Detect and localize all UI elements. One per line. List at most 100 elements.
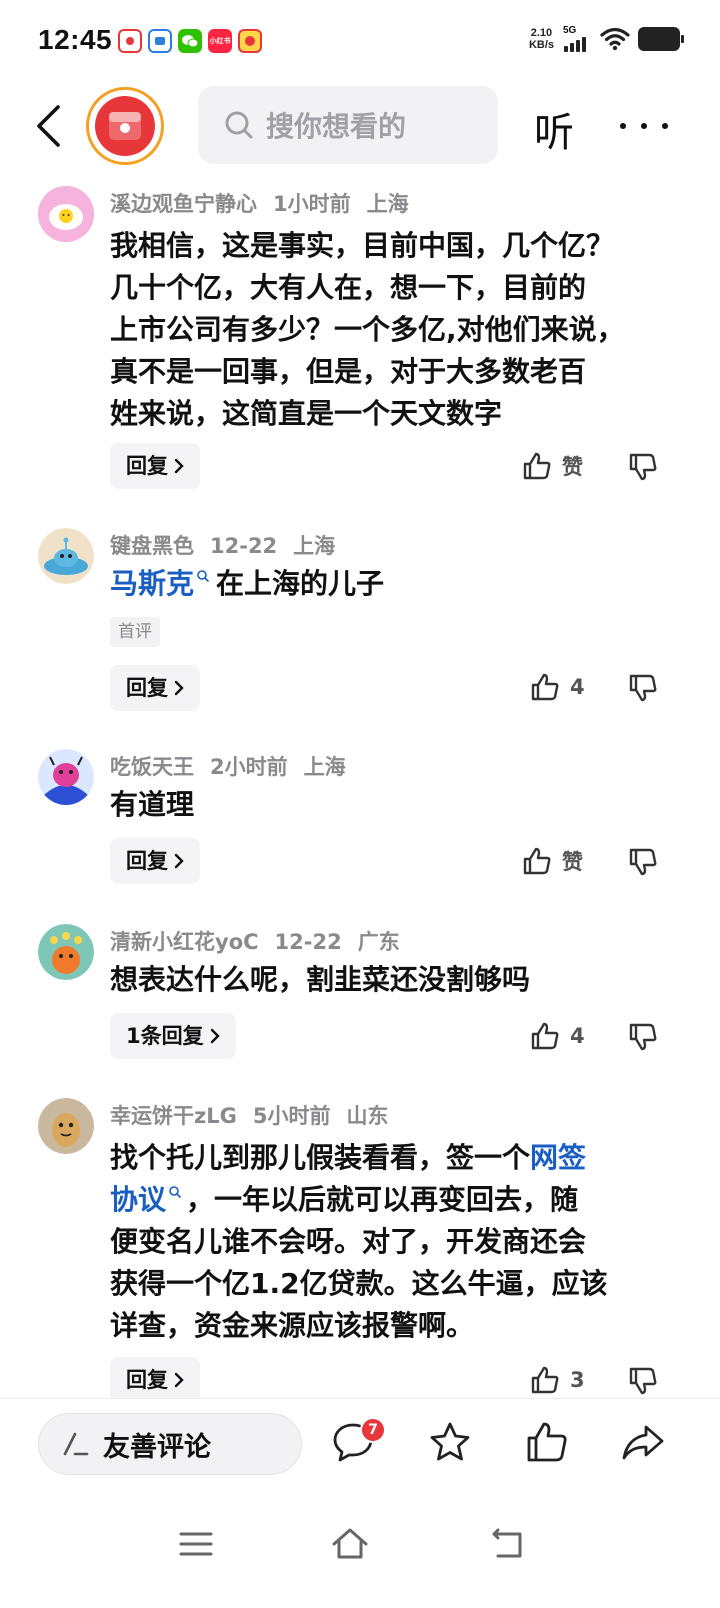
avatar[interactable] <box>38 186 94 242</box>
chevron-right-icon <box>174 1372 184 1388</box>
comment-line: 我相信，这是事实，目前中国，几个亿？ <box>110 229 615 262</box>
network-type: 5G <box>563 25 577 36</box>
comment-time: 12-22 <box>210 534 278 558</box>
avatar[interactable] <box>38 924 94 980</box>
back-icon <box>37 105 60 147</box>
reply-label: 回复 <box>126 454 168 478</box>
avatar[interactable] <box>38 749 94 805</box>
like-button[interactable]: 4 <box>530 672 585 702</box>
like-count: 4 <box>570 1024 585 1048</box>
like-button[interactable]: 赞 <box>522 451 583 481</box>
comment-line: 找个托儿到那儿假装看看，签一个网签 <box>110 1137 670 1179</box>
status-bar: 12:45 小红书 2.10 KB/s 5G <box>0 0 720 84</box>
search-small-icon <box>169 1186 182 1199</box>
comment-meta: 键盘黑色 12-22 上海 <box>110 530 351 560</box>
listen-button[interactable]: 听 <box>534 100 574 158</box>
status-app-icons: 小红书 <box>118 29 262 53</box>
wechat-icon <box>178 29 202 53</box>
battery-icon <box>638 27 684 51</box>
comment-line: 姓来说，这简直是一个天文数字 <box>110 397 503 430</box>
topic-link[interactable]: 协议 <box>110 1183 166 1216</box>
like-button[interactable]: 3 <box>530 1365 585 1395</box>
comment-meta: 幸运饼干zLG 5小时前 山东 <box>110 1100 404 1130</box>
reply-label: 回复 <box>126 676 168 700</box>
comment-line-text: 找个托儿到那儿假装看看，签一个 <box>110 1141 531 1174</box>
share-icon[interactable] <box>620 1419 666 1465</box>
reply-button[interactable]: 回复 <box>110 665 200 711</box>
net-speed-value: 2.10 <box>530 27 553 39</box>
comment-username[interactable]: 幸运饼干zLG <box>110 1104 237 1128</box>
app-icon-2 <box>148 29 172 53</box>
back-nav-icon[interactable] <box>488 1524 528 1564</box>
comment-line: 便变名儿谁不会呀。对了，开发商还会 <box>110 1225 587 1258</box>
status-time: 12:45 <box>38 24 113 55</box>
star-icon[interactable] <box>427 1419 473 1465</box>
reply-button[interactable]: 回复 <box>110 443 200 489</box>
comment-username[interactable]: 清新小红花yoC <box>110 930 259 954</box>
dislike-icon[interactable] <box>628 1366 658 1396</box>
dislike-icon[interactable] <box>628 1022 658 1052</box>
comment-line-text: ，一年以后就可以再变回去，随 <box>186 1183 579 1216</box>
comment-meta: 溪边观鱼宁静心 1小时前 上海 <box>110 188 425 218</box>
comment-input[interactable]: 友善评论 <box>38 1413 302 1475</box>
dislike-icon[interactable] <box>628 847 658 877</box>
comment-count-badge: 7 <box>360 1417 386 1443</box>
comment-location: 山东 <box>346 1104 389 1128</box>
comment-line: 上市公司有多少？一个多亿,对他们来说， <box>110 313 625 346</box>
comment-line: 详查，资金来源应该报警啊。 <box>110 1309 475 1342</box>
reply-button[interactable]: 1条回复 <box>110 1013 236 1059</box>
net-speed-unit: KB/s <box>528 39 554 51</box>
like-icon <box>523 847 551 875</box>
first-comment-badge: 首评 <box>110 617 160 647</box>
comment-text: 找个托儿到那儿假装看看，签一个网签 协议 ，一年以后就可以再变回去，随 便变名儿谁… <box>110 1137 670 1347</box>
comment-line: 获得一个亿1.2亿贷款。这么牛逼，应该 <box>110 1267 608 1300</box>
comment-username[interactable]: 溪边观鱼宁静心 <box>110 192 257 216</box>
chevron-right-icon <box>174 853 184 869</box>
comment-input-placeholder: 友善评论 <box>103 1431 211 1463</box>
comment-time: 2小时前 <box>210 755 288 779</box>
avatar[interactable] <box>38 528 94 584</box>
like-icon <box>531 1366 559 1394</box>
dislike-icon[interactable] <box>628 673 658 703</box>
app-icon-1 <box>118 29 142 53</box>
search-small-icon <box>197 570 210 583</box>
comment-username[interactable]: 键盘黑色 <box>110 534 194 558</box>
signal-icon: 5G <box>562 25 592 52</box>
reply-label: 回复 <box>126 849 168 873</box>
like-count: 赞 <box>562 850 583 874</box>
dislike-icon[interactable] <box>628 452 658 482</box>
comment-line: 有道理 <box>110 788 195 821</box>
avatar[interactable] <box>38 1098 94 1154</box>
like-icon <box>531 673 559 701</box>
topic-link[interactable]: 网签 <box>530 1141 586 1174</box>
comment-username[interactable]: 吃饭天王 <box>110 755 194 779</box>
like-button[interactable]: 赞 <box>522 846 583 876</box>
more-button[interactable] <box>620 104 668 148</box>
more-icon <box>620 123 626 129</box>
like-count: 4 <box>570 675 585 699</box>
comment-meta: 清新小红花yoC 12-22 广东 <box>110 926 416 956</box>
comment-text: 我相信，这是事实，目前中国，几个亿？ 几十个亿，大有人在，想一下，目前的 上市公… <box>110 225 670 435</box>
bottom-action-bar: 友善评论 7 <box>0 1398 720 1488</box>
reply-button[interactable]: 回复 <box>110 838 200 884</box>
like-icon[interactable] <box>524 1419 570 1465</box>
menu-icon[interactable] <box>176 1524 216 1564</box>
search-bar[interactable]: 搜你想看的 <box>198 86 498 164</box>
account-logo-icon <box>95 96 155 156</box>
back-button[interactable] <box>28 102 68 150</box>
comment-time: 1小时前 <box>273 192 351 216</box>
comment-meta: 吃饭天王 2小时前 上海 <box>110 751 362 781</box>
comment-location: 上海 <box>293 534 336 558</box>
net-speed: 2.10 KB/s <box>529 27 554 51</box>
like-button[interactable]: 4 <box>530 1021 585 1051</box>
account-avatar[interactable] <box>86 87 164 165</box>
topic-link[interactable]: 马斯克 <box>110 567 194 600</box>
reply-button[interactable]: 回复 <box>110 1357 200 1398</box>
comment-time: 12-22 <box>274 930 342 954</box>
comment-location: 上海 <box>366 192 409 216</box>
home-icon[interactable] <box>330 1524 370 1564</box>
comment-list[interactable]: 溪边观鱼宁静心 1小时前 上海 我相信，这是事实，目前中国，几个亿？ 几十个亿，大有… <box>0 168 720 1398</box>
comment-text: 马斯克 在上海的儿子 <box>110 563 670 605</box>
comment-line: 想表达什么呢，割韭菜还没割够吗 <box>110 963 531 996</box>
system-nav-bar <box>0 1488 720 1608</box>
